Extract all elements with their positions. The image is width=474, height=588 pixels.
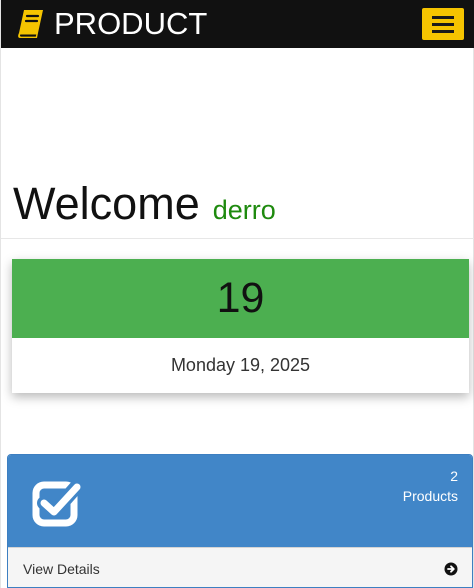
date-day-number: 19 (216, 274, 265, 322)
menu-toggle-button[interactable] (422, 8, 464, 40)
products-label: Products (402, 488, 458, 504)
date-card-header: 19 (12, 259, 469, 338)
brand-title: PRODUCT (54, 6, 208, 41)
products-panel-header: 2 Products (8, 455, 472, 547)
top-navbar: PRODUCT (1, 0, 474, 48)
hamburger-icon-bar (432, 22, 454, 26)
welcome-heading: Welcome derro (13, 178, 463, 234)
hamburger-icon (432, 15, 454, 19)
arrow-circle-right-icon (444, 562, 458, 575)
date-card: 19 Monday 19, 2025 (12, 259, 469, 393)
divider (1, 238, 474, 239)
date-card-body: Monday 19, 2025 (12, 338, 469, 393)
view-details-label: View Details (23, 560, 100, 577)
check-square-icon (32, 479, 82, 527)
welcome-username: derro (212, 195, 276, 225)
book-icon (18, 10, 43, 38)
brand-link[interactable]: PRODUCT (17, 6, 207, 42)
products-panel: 2 Products View Details (7, 454, 473, 588)
products-count: 2 (450, 468, 458, 484)
hamburger-icon-bar (432, 29, 454, 33)
welcome-title: Welcome (13, 178, 200, 229)
page: PRODUCT Welcome derro 19 Monday 19, 2025… (0, 0, 474, 588)
date-text: Monday 19, 2025 (170, 355, 311, 375)
view-details-link[interactable]: View Details (8, 547, 472, 587)
